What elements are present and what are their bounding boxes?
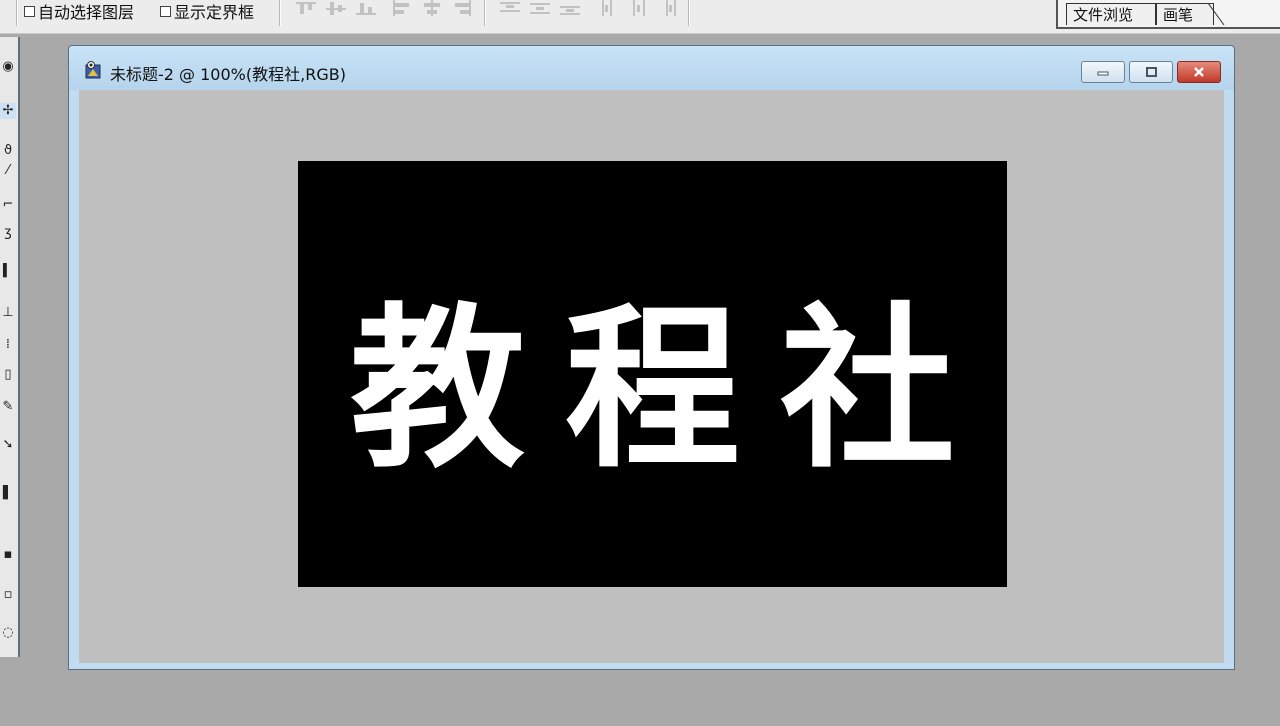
show-bounding-box-option[interactable]: 显示定界框 (160, 1, 255, 22)
maximize-icon (1146, 67, 1157, 77)
clone-stamp-tool-icon[interactable]: ⊥ (0, 305, 16, 321)
tab-corner-decoration (1208, 3, 1225, 25)
distribute-vertical-group (500, 0, 580, 20)
options-bar: 自动选择图层 显示定界框 文件浏览 画笔 (0, 0, 1280, 34)
tab-brushes[interactable]: 画笔 (1156, 3, 1214, 25)
maximize-button[interactable] (1129, 61, 1173, 83)
brush-tool-icon[interactable]: ▍ (0, 263, 16, 279)
minimize-icon (1097, 71, 1109, 76)
foreground-color-swatch[interactable]: ▪ (0, 547, 16, 563)
separator (16, 0, 18, 26)
crop-tool-icon[interactable]: ⌐ (0, 197, 16, 213)
image-canvas[interactable]: 教程社 (298, 161, 1007, 587)
align-buttons-group (296, 0, 376, 20)
close-button[interactable] (1177, 61, 1221, 83)
align-bottom-icon[interactable] (356, 0, 376, 16)
lasso-tool-icon[interactable]: ϑ (0, 143, 16, 159)
magic-wand-tool-icon[interactable]: ⁄ (0, 163, 16, 179)
align-horizontal-center-icon[interactable] (422, 0, 442, 16)
canvas-pasteboard[interactable]: 教程社 (79, 90, 1224, 663)
align-top-icon[interactable] (296, 0, 316, 16)
align-horizontal-group (392, 0, 472, 20)
separator (484, 0, 486, 26)
distribute-left-icon[interactable] (600, 0, 620, 16)
auto-select-layer-option[interactable]: 自动选择图层 (24, 1, 135, 22)
show-bounding-box-checkbox[interactable] (160, 5, 171, 17)
photoshop-document-icon (85, 61, 101, 79)
show-bounding-box-label: 显示定界框 (174, 3, 255, 22)
healing-brush-tool-icon[interactable]: ʒ (0, 225, 16, 241)
gradient-tool-icon[interactable]: ▯ (0, 367, 16, 383)
palette-well: 文件浏览 画笔 (1056, 0, 1280, 29)
align-left-icon[interactable] (392, 0, 412, 16)
separator (279, 0, 281, 26)
distribute-horizontal-center-icon[interactable] (630, 0, 650, 16)
separator (688, 0, 690, 26)
document-title: 未标题-2 @ 100%(教程社,RGB) (110, 65, 346, 84)
align-right-icon[interactable] (452, 0, 472, 16)
distribute-center-icon[interactable] (530, 0, 550, 16)
toolbox: ◉ ✢ ϑ ⁄ ⌐ ʒ ▍ ⊥ ⁞ ▯ ✎ ➘ ▌ ▪ ▫ ◌ (0, 37, 20, 657)
distribute-top-icon[interactable] (500, 0, 520, 16)
notes-tool-icon[interactable]: ▌ (0, 485, 16, 501)
minimize-button[interactable] (1081, 61, 1125, 83)
eraser-tool-icon[interactable]: ⁞ (0, 337, 16, 353)
auto-select-layer-checkbox[interactable] (24, 5, 35, 17)
canvas-text-layer: 教程社 (350, 288, 995, 492)
close-icon (1194, 67, 1204, 77)
distribute-horizontal-group (600, 0, 680, 20)
align-vertical-center-icon[interactable] (326, 0, 346, 16)
quick-mask-icon[interactable]: ▫ (0, 587, 16, 603)
distribute-right-icon[interactable] (660, 0, 680, 16)
move-tool-icon[interactable]: ✢ (0, 103, 16, 119)
pen-tool-icon[interactable]: ✎ (0, 399, 16, 415)
document-window: 未标题-2 @ 100%(教程社,RGB) 教程社 (68, 45, 1235, 670)
tab-file-browser[interactable]: 文件浏览 (1066, 3, 1156, 25)
path-selection-tool-icon[interactable]: ➘ (0, 437, 16, 453)
eye-logo-icon: ◉ (2, 59, 14, 74)
screen-mode-icon[interactable]: ◌ (0, 625, 16, 641)
distribute-bottom-icon[interactable] (560, 0, 580, 16)
auto-select-layer-label: 自动选择图层 (38, 3, 135, 22)
document-titlebar[interactable]: 未标题-2 @ 100%(教程社,RGB) (69, 46, 1234, 90)
